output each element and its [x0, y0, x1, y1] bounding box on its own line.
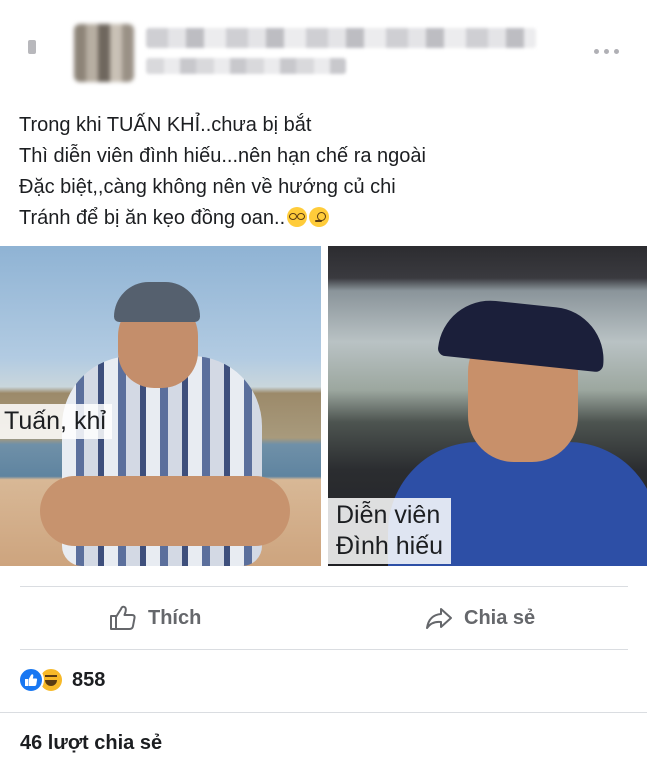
- separator: [0, 712, 647, 713]
- monocle-face-icon: [309, 207, 330, 227]
- separator: [20, 586, 628, 587]
- photo-divider: [321, 246, 328, 566]
- post-text: Trong khi TUẤN KHỈ..chưa bị bắt Thì diễn…: [19, 110, 619, 234]
- photo-caption-left: Tuấn, khỉ: [0, 404, 112, 439]
- more-options-button[interactable]: [594, 44, 628, 58]
- reaction-count: 858: [72, 668, 106, 691]
- post-line: Trong khi TUẤN KHỈ..chưa bị bắt: [19, 114, 312, 136]
- share-label: Chia sẻ: [464, 606, 536, 629]
- back-icon[interactable]: [28, 40, 36, 54]
- person-cap: [437, 295, 609, 373]
- share-arrow-icon: [426, 608, 452, 629]
- person-cap: [114, 282, 200, 322]
- like-reaction-icon: [18, 667, 44, 693]
- share-button[interactable]: Chia sẻ: [424, 600, 535, 636]
- post-photos: Tuấn, khỉ Diễn viên Đình hiếu: [0, 246, 647, 566]
- caption-line: Đình hiếu: [336, 532, 444, 560]
- author-avatar-blurred[interactable]: [74, 24, 134, 82]
- nerd-face-icon: [287, 207, 308, 227]
- post-header: [0, 0, 647, 96]
- photo-right[interactable]: Diễn viên Đình hiếu: [328, 246, 647, 566]
- thumbs-up-icon: [110, 605, 136, 630]
- caption-line: Diễn viên: [336, 501, 441, 529]
- separator: [20, 649, 628, 650]
- person-arms: [40, 476, 290, 546]
- post-line-last: Tránh để bị ăn kẹo đồng oan..: [19, 203, 619, 234]
- reactions-summary[interactable]: 858: [18, 666, 105, 694]
- photo-caption-right: Diễn viên Đình hiếu: [328, 498, 452, 564]
- like-label: Thích: [148, 606, 202, 629]
- share-count[interactable]: 46 lượt chia sẻ: [20, 732, 162, 755]
- post-line: Thì diễn viên đình hiếu...nên hạn chế ra…: [19, 145, 426, 167]
- photo-left[interactable]: Tuấn, khỉ: [0, 246, 321, 566]
- post-line: Tránh để bị ăn kẹo đồng oan..: [19, 207, 286, 229]
- post-line: Đặc biệt,,càng không nên về hướng củ chi: [19, 176, 396, 198]
- post-meta-blurred: [146, 58, 346, 74]
- thumbs-up-icon: [25, 674, 38, 686]
- author-name-blurred[interactable]: [146, 28, 536, 48]
- more-dot-icon: [614, 48, 619, 54]
- more-dot-icon: [594, 48, 599, 54]
- more-dot-icon: [604, 48, 609, 54]
- like-button[interactable]: Thích: [108, 600, 201, 636]
